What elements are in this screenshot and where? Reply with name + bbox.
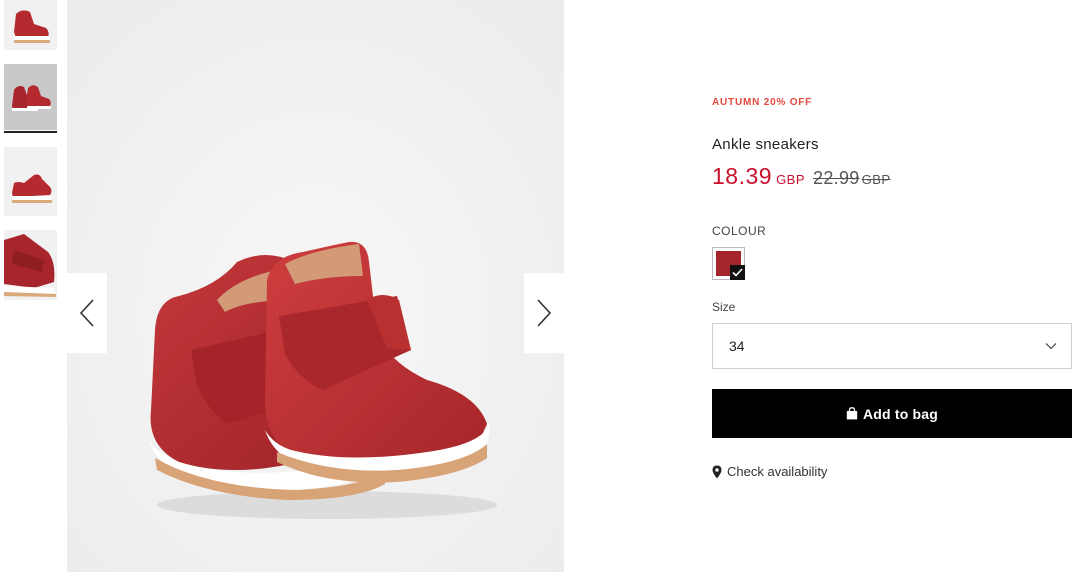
- chevron-down-icon: [1045, 343, 1057, 350]
- check-icon: [732, 268, 743, 277]
- colour-label: COLOUR: [712, 224, 767, 238]
- thumbnail-2[interactable]: [4, 64, 57, 130]
- product-main-image: [67, 0, 564, 572]
- current-price: 18.39: [712, 163, 773, 189]
- original-price: 22.99: [813, 168, 860, 188]
- current-price-currency: GBP: [776, 172, 806, 187]
- size-select[interactable]: 34: [712, 323, 1072, 369]
- size-selected-value: 34: [729, 338, 745, 354]
- shoe-thumbnail-image: [4, 147, 57, 216]
- active-thumbnail-indicator: [4, 131, 57, 133]
- check-availability-link[interactable]: Check availability: [712, 464, 827, 479]
- product-image-gallery: [67, 0, 564, 572]
- previous-image-button[interactable]: [67, 273, 107, 353]
- promo-badge: AUTUMN 20% OFF: [712, 97, 813, 108]
- add-to-bag-label: Add to bag: [862, 405, 939, 422]
- shoe-thumbnail-image: [4, 230, 57, 300]
- shopping-bag-icon: [846, 407, 858, 420]
- check-availability-label: Check availability: [727, 464, 828, 479]
- thumbnail-4[interactable]: [4, 230, 57, 300]
- map-pin-icon: [712, 465, 722, 478]
- selected-indicator: [730, 265, 745, 280]
- shoe-thumbnail-image: [4, 0, 57, 50]
- add-to-bag-button[interactable]: Add to bag: [712, 389, 1072, 438]
- colour-swatch-red[interactable]: [712, 247, 745, 280]
- price-block: 18.39 GBP 22.99 GBP: [712, 163, 891, 190]
- thumbnail-1[interactable]: [4, 0, 57, 50]
- thumbnail-3[interactable]: [4, 147, 57, 216]
- original-price-currency: GBP: [861, 172, 891, 187]
- next-image-button[interactable]: [524, 273, 564, 353]
- chevron-left-icon: [79, 299, 94, 327]
- product-name: Ankle sneakers: [712, 136, 819, 153]
- size-label: Size: [712, 300, 736, 314]
- shoe-thumbnail-image: [4, 64, 57, 130]
- chevron-right-icon: [537, 299, 552, 327]
